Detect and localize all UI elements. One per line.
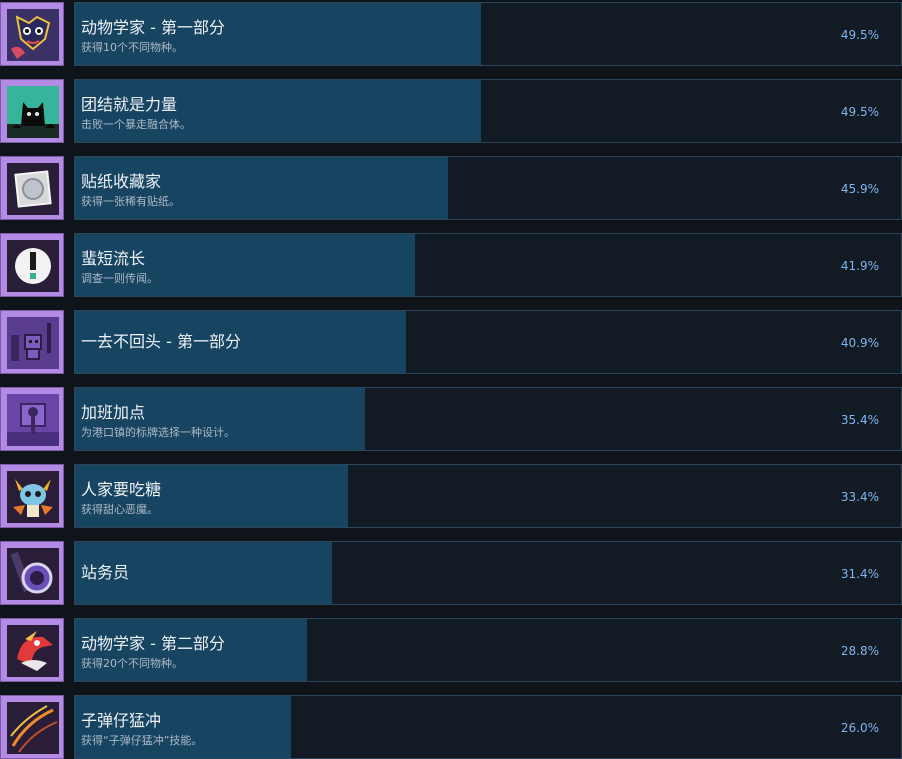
achievement-title: 站务员 [81,563,130,582]
achievement-icon-frame [0,233,64,297]
achievement-title: 一去不回头 - 第一部分 [81,332,241,351]
achievement-percent: 28.8% [840,644,879,658]
achievement-title: 动物学家 - 第一部分 [81,18,225,37]
achievement-percent: 49.5% [840,105,879,119]
achievement-icon-frame [0,387,64,451]
achievement-panel: 加班加点 为港口镇的标牌选择一种设计。 35.4% [74,387,902,451]
achievement-title: 团结就是力量 [81,95,178,114]
achievement-icon-frame [0,618,64,682]
achievement-title: 子弹仔猛冲 [81,711,162,730]
achievement-description: 获得甜心恶魔。 [81,503,158,516]
achievement-row[interactable]: 动物学家 - 第二部分 获得20个不同物种。 28.8% [0,618,902,682]
achievement-title: 蜚短流长 [81,249,146,268]
achievement-icon-frame [0,695,64,759]
achievement-description: 获得10个不同物种。 [81,41,183,54]
achievement-panel: 子弹仔猛冲 获得“子弹仔猛冲”技能。 26.0% [74,695,902,759]
achievement-percent: 31.4% [840,567,879,581]
pixel-sign-icon [7,394,59,446]
achievement-percent: 35.4% [840,413,879,427]
achievement-row[interactable]: 动物学家 - 第一部分 获得10个不同物种。 49.5% [0,2,902,66]
dash-trail-icon [7,702,59,754]
achievement-panel: 动物学家 - 第一部分 获得10个不同物种。 49.5% [74,2,902,66]
achievement-percent: 45.9% [840,182,879,196]
achievement-description: 获得“子弹仔猛冲”技能。 [81,734,203,747]
portal-creature-icon [7,548,59,600]
achievement-panel: 蜚短流长 调查一则传闻。 41.9% [74,233,902,297]
achievement-panel: 团结就是力量 击败一个暴走融合体。 49.5% [74,79,902,143]
achievement-icon-frame [0,310,64,374]
bird-creature-icon [7,625,59,677]
achievement-row[interactable]: 团结就是力量 击败一个暴走融合体。 49.5% [0,79,902,143]
achievement-panel: 贴纸收藏家 获得一张稀有贴纸。 45.9% [74,156,902,220]
achievement-description: 获得一张稀有贴纸。 [81,195,180,208]
achievement-row[interactable]: 加班加点 为港口镇的标牌选择一种设计。 35.4% [0,387,902,451]
achievement-icon-frame [0,541,64,605]
achievement-icon-frame [0,156,64,220]
achievement-row[interactable]: 人家要吃糖 获得甜心恶魔。 33.4% [0,464,902,528]
achievement-percent: 33.4% [840,490,879,504]
achievement-icon-frame [0,79,64,143]
achievement-title: 人家要吃糖 [81,480,162,499]
achievement-title: 动物学家 - 第二部分 [81,634,225,653]
achievement-list: 动物学家 - 第一部分 获得10个不同物种。 49.5% 团结就是力量 击败一个… [0,0,902,759]
achievement-description: 调查一则传闻。 [81,272,158,285]
black-cat-silhouette-icon [7,86,59,138]
achievement-row[interactable]: 一去不回头 - 第一部分 40.9% [0,310,902,374]
achievement-title: 加班加点 [81,403,146,422]
achievement-panel: 人家要吃糖 获得甜心恶魔。 33.4% [74,464,902,528]
achievement-row[interactable]: 子弹仔猛冲 获得“子弹仔猛冲”技能。 26.0% [0,695,902,759]
achievement-row[interactable]: 贴纸收藏家 获得一张稀有贴纸。 45.9% [0,156,902,220]
achievement-description: 击败一个暴走融合体。 [81,118,191,131]
achievement-panel: 动物学家 - 第二部分 获得20个不同物种。 28.8% [74,618,902,682]
sticker-icon [7,163,59,215]
achievement-panel: 一去不回头 - 第一部分 40.9% [74,310,902,374]
achievement-percent: 40.9% [840,336,879,350]
achievement-description: 为港口镇的标牌选择一种设计。 [81,426,235,439]
pixel-character-icon [7,317,59,369]
achievement-percent: 26.0% [840,721,879,735]
achievement-row[interactable]: 蜚短流长 调查一则传闻。 41.9% [0,233,902,297]
achievement-row[interactable]: 站务员 31.4% [0,541,902,605]
candy-devil-icon [7,471,59,523]
creature-face-icon [7,9,59,61]
exclamation-icon [7,240,59,292]
achievement-percent: 41.9% [840,259,879,273]
achievement-title: 贴纸收藏家 [81,172,162,191]
achievement-description: 获得20个不同物种。 [81,657,183,670]
achievement-icon-frame [0,464,64,528]
achievement-panel: 站务员 31.4% [74,541,902,605]
achievement-icon-frame [0,2,64,66]
achievement-percent: 49.5% [840,28,879,42]
